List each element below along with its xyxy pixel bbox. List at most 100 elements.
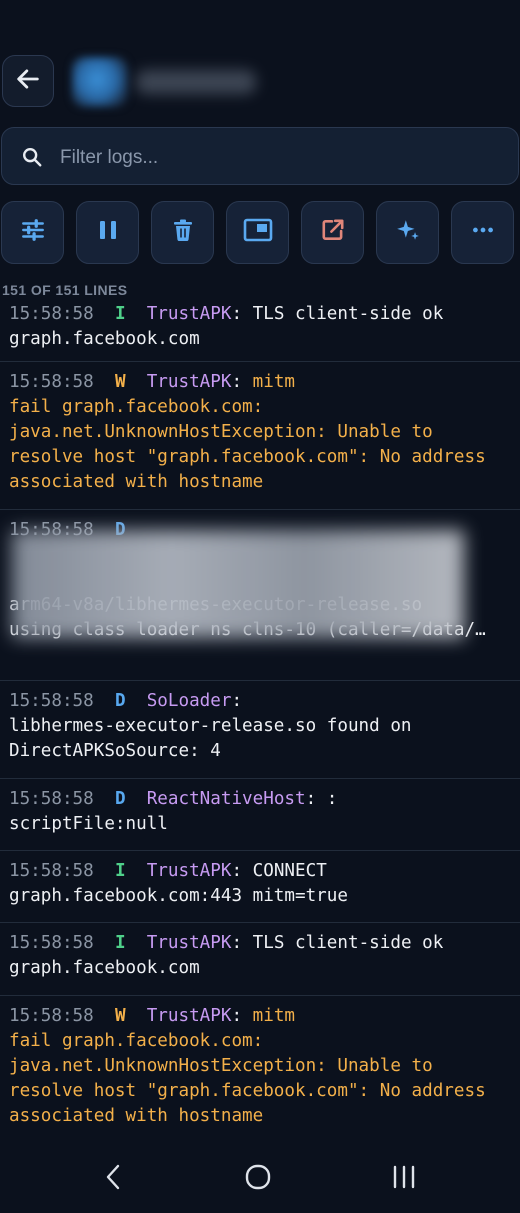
log-message: graph.facebook.com:443 mitm=true bbox=[9, 886, 348, 906]
nav-back-icon bbox=[102, 1162, 126, 1197]
back-button[interactable] bbox=[2, 55, 54, 107]
nav-recents-icon bbox=[390, 1164, 418, 1195]
picture-in-picture-icon bbox=[243, 217, 273, 248]
log-line: scriptFile:null bbox=[9, 812, 511, 837]
log-line: 15:58:58 I TrustAPK: TLS client-side ok bbox=[9, 933, 444, 953]
log-line: 15:58:58 W TrustAPK: mitm bbox=[9, 372, 296, 392]
system-nav-bar bbox=[0, 1143, 520, 1213]
log-timestamp: 15:58:58 bbox=[9, 304, 94, 324]
log-message: mitm bbox=[252, 372, 296, 392]
search-bar[interactable] bbox=[1, 127, 519, 185]
log-message: associated with hostname bbox=[9, 472, 264, 492]
log-tag: TrustAPK bbox=[146, 861, 232, 881]
log-message: TLS client-side ok bbox=[252, 933, 444, 953]
pip-button[interactable] bbox=[226, 201, 289, 264]
nav-home-icon bbox=[244, 1163, 272, 1196]
log-message: java.net.UnknownHostException: Unable to bbox=[9, 422, 433, 442]
log-entry[interactable]: 15:58:58 D SoLoader: libhermes-executor-r… bbox=[0, 681, 520, 779]
line-count: 151 OF 151 LINES bbox=[2, 282, 128, 298]
log-message: graph.facebook.com bbox=[9, 329, 200, 349]
log-level: D bbox=[114, 789, 126, 809]
log-line: resolve host "graph.facebook.com": No ad… bbox=[9, 1079, 511, 1104]
redacted-region bbox=[12, 530, 464, 638]
arrow-left-icon bbox=[14, 65, 42, 98]
log-level: W bbox=[114, 1006, 126, 1026]
log-level: W bbox=[114, 372, 126, 392]
more-horizontal-icon bbox=[470, 217, 496, 248]
log-entry[interactable]: 15:58:58 D ReactNativeHost: : scriptFile:… bbox=[0, 779, 520, 851]
log-message: fail graph.facebook.com: bbox=[9, 397, 264, 417]
log-tag: TrustAPK bbox=[146, 372, 232, 392]
log-line: java.net.UnknownHostException: Unable to bbox=[9, 1054, 511, 1079]
filter-settings-button[interactable] bbox=[1, 201, 64, 264]
log-level: D bbox=[114, 691, 126, 711]
log-message: resolve host "graph.facebook.com": No ad… bbox=[9, 1081, 486, 1101]
nav-home-button[interactable] bbox=[238, 1161, 278, 1197]
log-line: graph.facebook.com bbox=[9, 327, 511, 352]
log-message: CONNECT bbox=[252, 861, 327, 881]
nav-recents-button[interactable] bbox=[384, 1161, 424, 1197]
app-icon bbox=[72, 57, 128, 107]
pause-button[interactable] bbox=[76, 201, 139, 264]
more-button[interactable] bbox=[451, 201, 514, 264]
log-line: DirectAPKSoSource: 4 bbox=[9, 739, 511, 764]
log-timestamp: 15:58:58 bbox=[9, 691, 94, 711]
app-name-redacted bbox=[136, 70, 256, 94]
nav-back-button[interactable] bbox=[94, 1161, 134, 1197]
toolbar bbox=[0, 201, 520, 264]
log-entry[interactable]: 15:58:58 W TrustAPK: mitm fail graph.face… bbox=[0, 362, 520, 510]
log-line: fail graph.facebook.com: bbox=[9, 395, 511, 420]
log-message: TLS client-side ok bbox=[252, 304, 444, 324]
log-level: I bbox=[114, 304, 126, 324]
log-message: libhermes-executor-release.so found on bbox=[9, 716, 412, 736]
search-input[interactable] bbox=[58, 142, 502, 174]
log-line: 15:58:58 D SoLoader: bbox=[9, 691, 243, 711]
log-line: resolve host "graph.facebook.com": No ad… bbox=[9, 445, 511, 470]
log-level: I bbox=[114, 933, 126, 953]
log-line: 15:58:58 I TrustAPK: TLS client-side ok bbox=[9, 304, 444, 324]
log-message: java.net.UnknownHostException: Unable to bbox=[9, 1056, 433, 1076]
ai-button[interactable] bbox=[376, 201, 439, 264]
log-entry[interactable]: 15:58:58 W TrustAPK: mitm fail graph.face… bbox=[0, 996, 520, 1143]
log-message: DirectAPKSoSource: 4 bbox=[9, 741, 221, 761]
log-entry[interactable]: 15:58:58 I TrustAPK: TLS client-side ok g… bbox=[0, 300, 520, 362]
log-line: 15:58:58 I TrustAPK: CONNECT bbox=[9, 861, 327, 881]
log-timestamp: 15:58:58 bbox=[9, 933, 94, 953]
log-line: 15:58:58 D ReactNativeHost: : bbox=[9, 789, 338, 809]
open-external-icon bbox=[320, 217, 346, 248]
pause-icon bbox=[96, 218, 120, 247]
log-message: scriptFile:null bbox=[9, 814, 168, 834]
trash-icon bbox=[171, 217, 195, 248]
log-tag: TrustAPK bbox=[146, 933, 232, 953]
sparkles-icon bbox=[395, 217, 421, 248]
log-message: fail graph.facebook.com: bbox=[9, 1031, 264, 1051]
log-level: I bbox=[114, 861, 126, 881]
log-line: fail graph.facebook.com: bbox=[9, 1029, 511, 1054]
log-message: mitm bbox=[252, 1006, 296, 1026]
log-line: 15:58:58 W TrustAPK: mitm bbox=[9, 1006, 296, 1026]
log-timestamp: 15:58:58 bbox=[9, 861, 94, 881]
log-line: graph.facebook.com bbox=[9, 956, 511, 981]
log-timestamp: 15:58:58 bbox=[9, 1006, 94, 1026]
log-line: graph.facebook.com:443 mitm=true bbox=[9, 884, 511, 909]
open-external-button[interactable] bbox=[301, 201, 364, 264]
log-entry[interactable]: 15:58:58 I TrustAPK: TLS client-side ok g… bbox=[0, 923, 520, 996]
header bbox=[0, 55, 520, 109]
clear-button[interactable] bbox=[151, 201, 214, 264]
log-timestamp: 15:58:58 bbox=[9, 372, 94, 392]
log-message: : bbox=[326, 789, 338, 809]
log-list[interactable]: 15:58:58 I TrustAPK: TLS client-side ok g… bbox=[0, 300, 520, 1143]
log-message: graph.facebook.com bbox=[9, 958, 200, 978]
log-timestamp: 15:58:58 bbox=[9, 789, 94, 809]
log-line: java.net.UnknownHostException: Unable to bbox=[9, 420, 511, 445]
sliders-icon bbox=[20, 217, 46, 248]
log-line: associated with hostname bbox=[9, 470, 511, 495]
log-message: associated with hostname bbox=[9, 1106, 264, 1126]
log-message: resolve host "graph.facebook.com": No ad… bbox=[9, 447, 486, 467]
log-tag: TrustAPK bbox=[146, 1006, 232, 1026]
log-line: libhermes-executor-release.so found on bbox=[9, 714, 511, 739]
log-line: associated with hostname bbox=[9, 1104, 511, 1129]
log-entry[interactable]: 15:58:58 I TrustAPK: CONNECT graph.facebo… bbox=[0, 851, 520, 923]
log-tag: SoLoader bbox=[146, 691, 232, 711]
log-tag: ReactNativeHost bbox=[146, 789, 306, 809]
